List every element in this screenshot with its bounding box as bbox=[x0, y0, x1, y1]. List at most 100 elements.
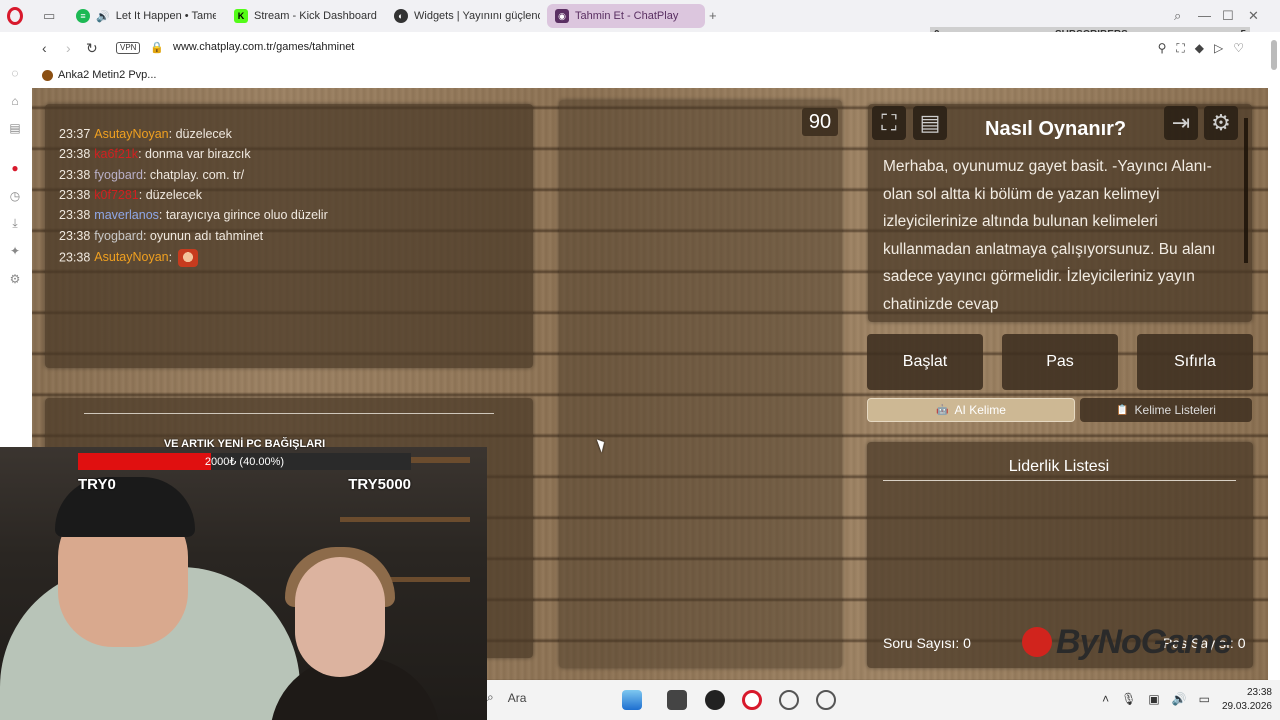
bynogame-logo-icon bbox=[1022, 627, 1052, 657]
opera-logo-icon[interactable] bbox=[7, 7, 23, 25]
chat-time: 23:38 bbox=[59, 147, 91, 161]
music-sidebar-icon[interactable]: ● bbox=[8, 161, 22, 175]
heart-icon[interactable]: ♡ bbox=[1233, 41, 1244, 56]
tabs-sidebar-icon[interactable]: ▤ bbox=[8, 121, 22, 135]
ai-word-tab[interactable]: 🤖 AI Kelime bbox=[867, 398, 1075, 422]
howto-scrollbar[interactable] bbox=[1244, 118, 1248, 263]
address-actions: ⚲ ⛶ ◆ ▷ ♡ bbox=[1158, 41, 1244, 56]
streamer-divider bbox=[84, 413, 494, 414]
chat-username[interactable]: fyogbard bbox=[94, 168, 143, 182]
battery-icon[interactable]: ▭ bbox=[1199, 692, 1210, 706]
chat-message: 23:38 AsutayNoyan: bbox=[59, 249, 199, 267]
extensions-sidebar-icon[interactable]: ✦ bbox=[8, 244, 22, 258]
kick-icon: K bbox=[234, 9, 248, 23]
bookmark-item[interactable]: Anka2 Metin2 Pvp... bbox=[42, 69, 156, 81]
forward-icon[interactable]: › bbox=[66, 40, 71, 56]
new-tab-button[interactable]: + bbox=[709, 8, 717, 23]
chat-message: 23:38 ka6f21k: donma var birazcık bbox=[59, 147, 251, 161]
file-app-icon[interactable] bbox=[667, 690, 687, 710]
pass-button[interactable]: Pas bbox=[1002, 334, 1118, 390]
taskbar: ⌕ Ara ˄ 🎙 ▣ 🔊 ▭ 23:38 29.03.2026 bbox=[487, 680, 1280, 720]
taskbar-search[interactable]: ⌕ Ara bbox=[487, 690, 526, 705]
word-lists-tab[interactable]: 📋 Kelime Listeleri bbox=[1080, 398, 1252, 422]
history-sidebar-icon[interactable]: ◷ bbox=[8, 189, 22, 203]
chat-time: 23:38 bbox=[59, 188, 91, 202]
guest-face bbox=[295, 557, 385, 677]
shelf bbox=[340, 517, 470, 522]
flow-sidebar-icon[interactable]: ◌ bbox=[8, 66, 22, 80]
settings-sidebar-icon[interactable]: ⚙ bbox=[8, 272, 22, 286]
tab-widgets[interactable]: ◐ Widgets | Yayınını güçlend bbox=[386, 4, 540, 28]
downloads-sidebar-icon[interactable]: ⤓ bbox=[8, 216, 22, 230]
minimize-icon[interactable]: — bbox=[1198, 8, 1211, 23]
chat-message: 23:38 maverlanos: tarayıcıya girince oluo… bbox=[59, 208, 328, 222]
maximize-icon[interactable]: ☐ bbox=[1222, 8, 1234, 24]
chat-text: : donma var birazcık bbox=[138, 147, 251, 161]
countdown-timer: 90 bbox=[802, 108, 838, 136]
tab-chatplay[interactable]: ◉ Tahmin Et - ChatPlay bbox=[547, 4, 705, 28]
snapshot-icon[interactable]: ⛶ bbox=[1176, 41, 1184, 56]
exit-icon[interactable]: ⇥ bbox=[1164, 106, 1198, 140]
tab-switcher-icon[interactable]: ▭ bbox=[43, 8, 55, 24]
notes-icon[interactable]: ▤ bbox=[913, 106, 947, 140]
back-icon[interactable]: ‹ bbox=[42, 40, 47, 56]
bookmark-label: Anka2 Metin2 Pvp... bbox=[58, 69, 157, 81]
chat-username[interactable]: maverlanos bbox=[94, 208, 159, 222]
lock-icon[interactable]: 🔒 bbox=[150, 41, 164, 54]
scrollbar-thumb[interactable] bbox=[1271, 40, 1277, 70]
network-icon[interactable]: ▣ bbox=[1148, 692, 1159, 706]
leaderboard-divider bbox=[883, 480, 1236, 481]
microphone-icon[interactable]: 🎙 bbox=[1121, 692, 1136, 706]
chat-time: 23:37 bbox=[59, 127, 91, 141]
chat-text: : düzelecek bbox=[138, 188, 202, 202]
pin-icon[interactable]: ⚲ bbox=[1158, 41, 1167, 56]
chat-message: 23:38 fyogbard: oyunun adı tahminet bbox=[59, 229, 263, 243]
howto-text: Merhaba, oyunumuz gayet basit. -Yayıncı … bbox=[883, 158, 1216, 313]
shield-icon[interactable]: ◆ bbox=[1195, 41, 1204, 56]
chat-username[interactable]: k0f7281 bbox=[94, 188, 138, 202]
chevron-up-icon[interactable]: ˄ bbox=[1102, 692, 1109, 706]
speaker-icon: 🔊 bbox=[96, 10, 110, 23]
reload-icon[interactable]: ↻ bbox=[86, 40, 98, 57]
question-count: Soru Sayısı: 0 bbox=[883, 635, 971, 651]
tab-label: Stream - Kick Dashboard bbox=[254, 10, 377, 22]
chat-username[interactable]: AsutayNoyan bbox=[94, 127, 168, 141]
chat-message: 23:37 AsutayNoyan: düzelecek bbox=[59, 127, 232, 141]
chat-text: : tarayıcıya girince oluo düzelir bbox=[158, 208, 328, 222]
tab-kick[interactable]: K Stream - Kick Dashboard bbox=[226, 4, 380, 28]
volume-icon[interactable]: 🔊 bbox=[1172, 692, 1187, 706]
settings-icon[interactable]: ⚙ bbox=[1204, 106, 1238, 140]
search-tabs-icon[interactable]: ⌕ bbox=[1174, 8, 1181, 24]
settings-app-icon[interactable] bbox=[779, 690, 799, 710]
chat-time: 23:38 bbox=[59, 250, 91, 265]
chat-username[interactable]: fyogbard bbox=[94, 229, 143, 243]
clock[interactable]: 23:38 29.03.2026 bbox=[1222, 686, 1272, 714]
streamer-cap bbox=[55, 477, 195, 537]
chat-text: : düzelecek bbox=[168, 127, 232, 141]
reset-button[interactable]: Sıfırla bbox=[1137, 334, 1253, 390]
donation-title: VE ARTIK YENİ PC BAĞIŞLARI bbox=[163, 438, 326, 450]
start-button[interactable]: Başlat bbox=[867, 334, 983, 390]
widgets-icon: ◐ bbox=[394, 9, 408, 23]
page-scrollbar[interactable] bbox=[1268, 32, 1280, 720]
obs-app-icon[interactable] bbox=[705, 690, 725, 710]
vpn-badge[interactable]: VPN bbox=[116, 42, 141, 54]
chat-time: 23:38 bbox=[59, 229, 91, 243]
fullscreen-icon[interactable]: ⛶ bbox=[872, 106, 906, 140]
url-field[interactable]: www.chatplay.com.tr/games/tahminet bbox=[173, 41, 354, 53]
gear-app-icon[interactable] bbox=[816, 690, 836, 710]
taskbar-search-label: Ara bbox=[507, 690, 527, 705]
howto-title: Nasıl Oynanır? bbox=[985, 118, 1127, 140]
chat-username[interactable]: ka6f21k bbox=[94, 147, 138, 161]
chat-username[interactable]: AsutayNoyan bbox=[94, 250, 168, 264]
opera-app-icon[interactable] bbox=[742, 690, 762, 710]
tab-music[interactable]: ≡ 🔊 Let It Happen • Tame I bbox=[68, 4, 216, 28]
list-icon: 📋 bbox=[1116, 404, 1129, 416]
flow-icon[interactable]: ▷ bbox=[1214, 41, 1223, 56]
address-bar: ‹ › ↻ VPN 🔒 www.chatplay.com.tr/games/ta… bbox=[32, 32, 1268, 64]
lighthouse-app-icon[interactable] bbox=[622, 690, 642, 710]
tab-label: Tahmin Et - ChatPlay bbox=[575, 10, 679, 22]
close-icon[interactable]: ✕ bbox=[1248, 8, 1259, 24]
ai-sidebar-icon[interactable]: ⌂ bbox=[8, 94, 22, 108]
tab-label: Widgets | Yayınını güçlend bbox=[414, 10, 540, 22]
